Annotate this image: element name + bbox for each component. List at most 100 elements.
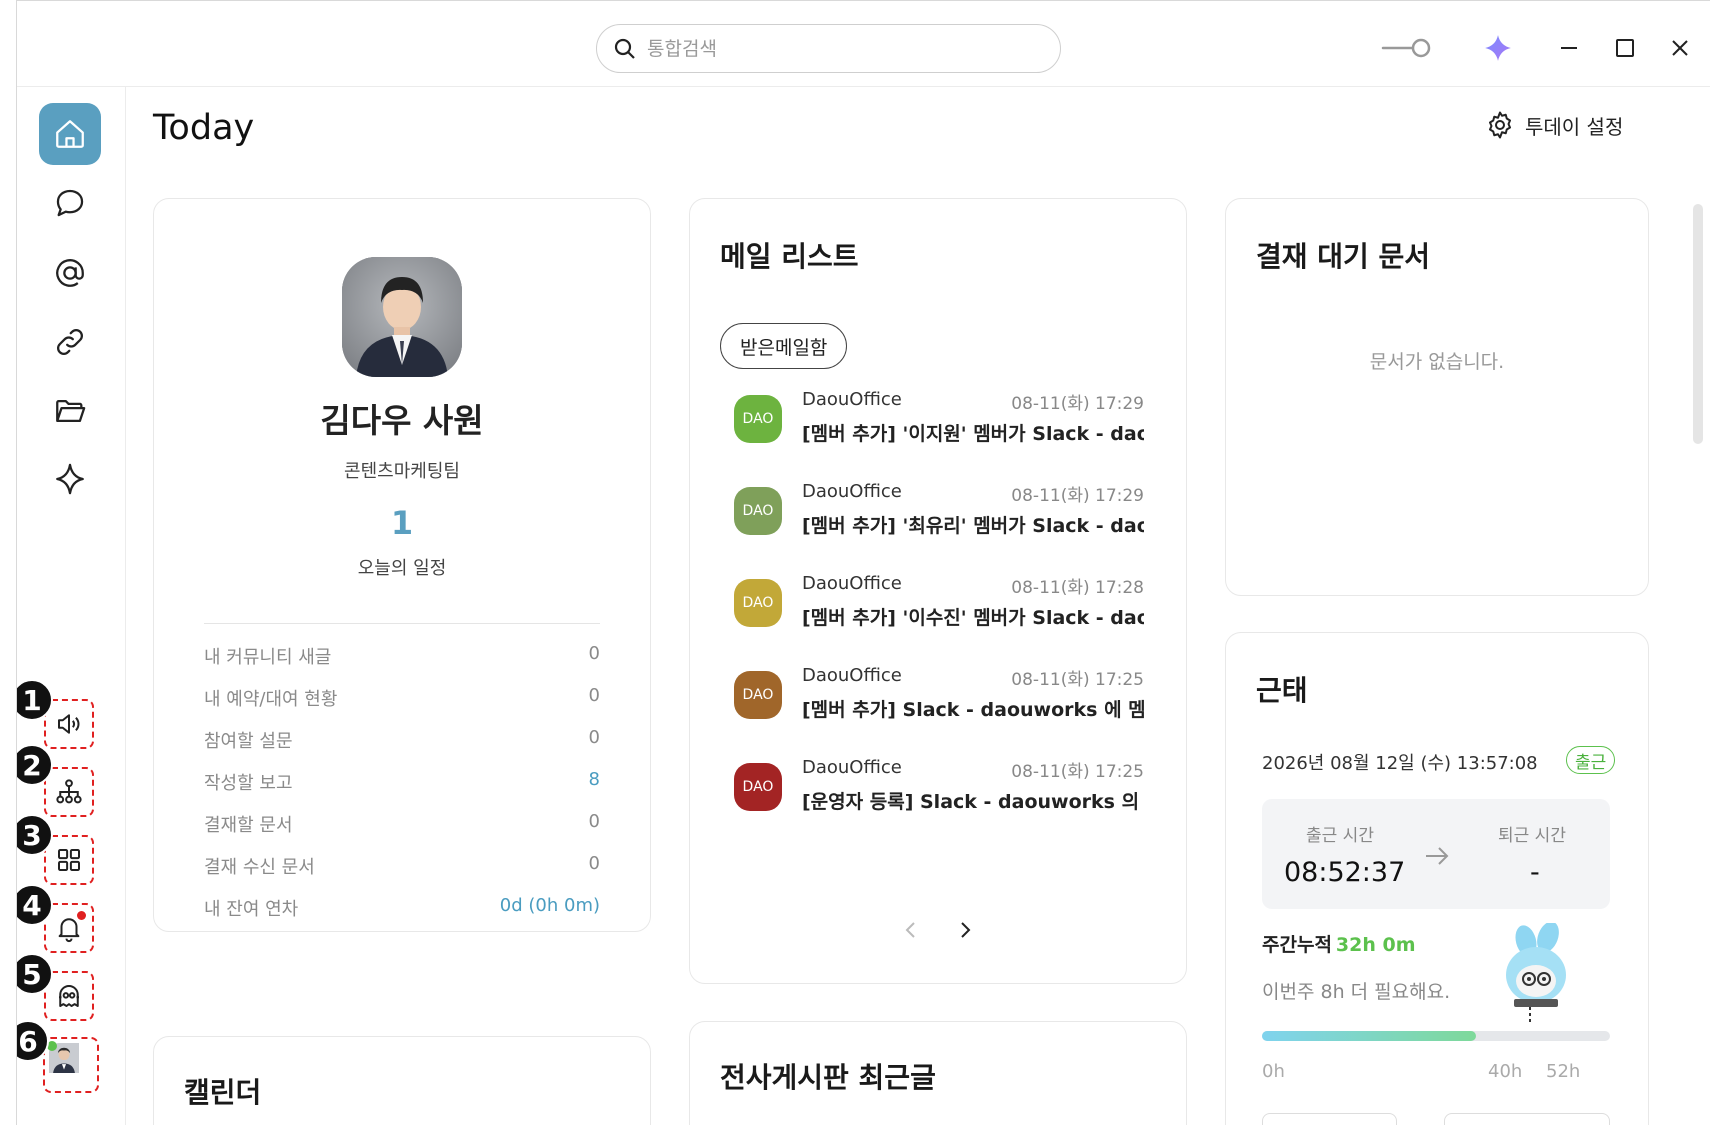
top-bar <box>17 1 1710 87</box>
mail-date: 08-11(화) 17:29 <box>1011 394 1144 414</box>
prev-page-button[interactable] <box>896 915 926 945</box>
app-window: 1 2 3 4 5 6 Today <box>16 0 1710 1125</box>
checkin-label: 출근 시간 <box>1306 826 1374 846</box>
calendar-title: 캘린더 <box>184 1076 262 1109</box>
mail-list-card: 메일 리스트 받은메일함 DAO DaouOffice 08-11(화) 17:29… <box>689 198 1187 984</box>
calendar-card: 캘린더 <box>153 1036 651 1125</box>
stat-value: 0 <box>588 727 600 748</box>
sender-avatar: DAO <box>734 579 782 627</box>
toggle-icon[interactable] <box>1380 31 1434 65</box>
attendance-action-1[interactable] <box>1262 1113 1397 1125</box>
nav-ai[interactable] <box>39 448 101 510</box>
maximize-icon[interactable] <box>1608 31 1642 65</box>
stat-row[interactable]: 결재 수신 문서 0 <box>204 853 600 879</box>
sender-avatar: DAO <box>734 671 782 719</box>
mail-subject: [멤버 추가] Slack - daouworks 에 멤버가 추가되었습니다 <box>802 699 1144 721</box>
nav-chat[interactable] <box>39 172 101 234</box>
profile-name: 김다우 사원 <box>320 401 484 440</box>
mail-date: 08-11(화) 17:28 <box>1011 578 1144 598</box>
stat-row[interactable]: 내 커뮤니티 새글 0 <box>204 643 600 669</box>
close-icon[interactable] <box>1663 31 1697 65</box>
attendance-time-box: 출근 시간 08:52:37 퇴근 시간 - <box>1262 799 1610 909</box>
progress-tick: 40h <box>1488 1061 1523 1082</box>
stat-label: 결재 수신 문서 <box>204 857 315 878</box>
mail-item[interactable]: DAO DaouOffice 08-11(화) 17:25 [운영자 등록] Slac… <box>734 757 1144 827</box>
main-content: Today 투데이 설정 김다우 사원 콘텐츠마케팅팀 1 오늘의 일정 내 커… <box>127 88 1710 1125</box>
approval-title: 결재 대기 문서 <box>1256 240 1431 273</box>
global-search[interactable] <box>596 24 1061 73</box>
nav-link[interactable] <box>39 311 101 373</box>
home-icon <box>56 120 84 148</box>
weekly-value: 32h 0m <box>1335 934 1416 956</box>
mail-sender: DaouOffice <box>802 481 902 502</box>
stat-label: 결재할 문서 <box>204 815 293 836</box>
chevron-right-icon <box>961 922 971 938</box>
sparkle-icon <box>56 463 84 495</box>
gear-icon <box>1489 111 1511 139</box>
mail-item[interactable]: DAO DaouOffice 08-11(화) 17:28 [멤버 추가] '이수진'… <box>734 573 1144 643</box>
attendance-status-badge[interactable]: 출근 <box>1566 746 1616 774</box>
settings-label: 투데이 설정 <box>1525 114 1624 139</box>
chat-icon <box>56 189 84 217</box>
minimize-icon[interactable] <box>1552 31 1586 65</box>
board-title: 전사게시판 최근글 <box>720 1061 936 1094</box>
nav-folder[interactable] <box>39 380 101 442</box>
stat-value: 0 <box>588 685 600 706</box>
my-profile-button[interactable] <box>43 1037 99 1093</box>
mascot-character <box>1496 921 1576 1027</box>
attendance-card: 근태 2026년 08월 12일 (수) 13:57:08 출근 출근 시간 0… <box>1225 632 1649 1125</box>
mail-list-title: 메일 리스트 <box>720 240 859 273</box>
weekly-label: 주간누적 <box>1262 934 1332 956</box>
stat-label: 내 커뮤니티 새글 <box>204 647 332 668</box>
today-schedule-count[interactable]: 1 <box>154 504 650 542</box>
stat-row[interactable]: 내 예약/대여 현황 0 <box>204 685 600 711</box>
stat-value: 8 <box>588 769 600 790</box>
notification-dot <box>77 911 86 920</box>
mail-item[interactable]: DAO DaouOffice 08-11(화) 17:25 [멤버 추가] Slack… <box>734 665 1144 735</box>
stat-row[interactable]: 내 잔여 연차 0d (0h 0m) <box>204 895 600 921</box>
mail-item[interactable]: DAO DaouOffice 08-11(화) 17:29 [멤버 추가] '최유리'… <box>734 481 1144 551</box>
progress-tick: 0h <box>1262 1061 1285 1082</box>
progress-tick: 52h <box>1546 1061 1581 1082</box>
mail-subject: [멤버 추가] '이수진' 멤버가 Slack - daouworks 에 참여… <box>802 607 1144 629</box>
next-page-button[interactable] <box>950 915 980 945</box>
stat-value: 0d (0h 0m) <box>499 895 600 916</box>
nav-mail[interactable] <box>39 242 101 304</box>
profile-team: 콘텐츠마케팅팀 <box>344 461 460 482</box>
org-chart-button[interactable] <box>44 767 94 817</box>
stat-row[interactable]: 작성할 보고 8 <box>204 769 600 795</box>
attendance-action-2[interactable] <box>1444 1113 1610 1125</box>
stat-value: 0 <box>588 643 600 664</box>
mail-date: 08-11(화) 17:29 <box>1011 486 1144 506</box>
link-icon <box>57 329 83 355</box>
apps-grid-icon <box>58 849 80 871</box>
inbox-filter-button[interactable]: 받은메일함 <box>720 323 848 369</box>
attendance-title: 근태 <box>1256 674 1308 707</box>
speaker-icon <box>58 714 80 734</box>
profile-photo <box>342 257 462 377</box>
profile-divider <box>204 623 600 624</box>
org-chart-icon <box>56 779 82 804</box>
today-settings-button[interactable]: 투데이 설정 <box>1485 110 1623 140</box>
stat-value: 0 <box>588 811 600 832</box>
arrow-right-icon <box>1422 841 1452 875</box>
ai-sparkle-icon[interactable] <box>1481 31 1515 65</box>
nav-home[interactable] <box>39 103 101 165</box>
mail-sender: DaouOffice <box>802 757 902 778</box>
approval-empty-text: 문서가 없습니다. <box>1369 351 1505 373</box>
stat-row[interactable]: 참여할 설문 0 <box>204 727 600 753</box>
mail-item[interactable]: DAO DaouOffice 08-11(화) 17:29 [멤버 추가] '이지원'… <box>734 389 1144 459</box>
stat-row[interactable]: 결재할 문서 0 <box>204 811 600 837</box>
sender-avatar: DAO <box>734 487 782 535</box>
search-input[interactable] <box>647 37 1027 60</box>
scrollbar-thumb[interactable] <box>1693 204 1703 444</box>
checkout-time: - <box>1530 857 1540 888</box>
folder-icon <box>56 399 86 423</box>
sender-avatar: DAO <box>734 763 782 811</box>
stat-label: 내 예약/대여 현황 <box>204 689 338 710</box>
checkin-time: 08:52:37 <box>1284 857 1406 888</box>
mail-date: 08-11(화) 17:25 <box>1011 762 1144 782</box>
mail-sender: DaouOffice <box>802 573 902 594</box>
mail-date: 08-11(화) 17:25 <box>1011 670 1144 690</box>
stat-label: 작성할 보고 <box>204 773 293 794</box>
